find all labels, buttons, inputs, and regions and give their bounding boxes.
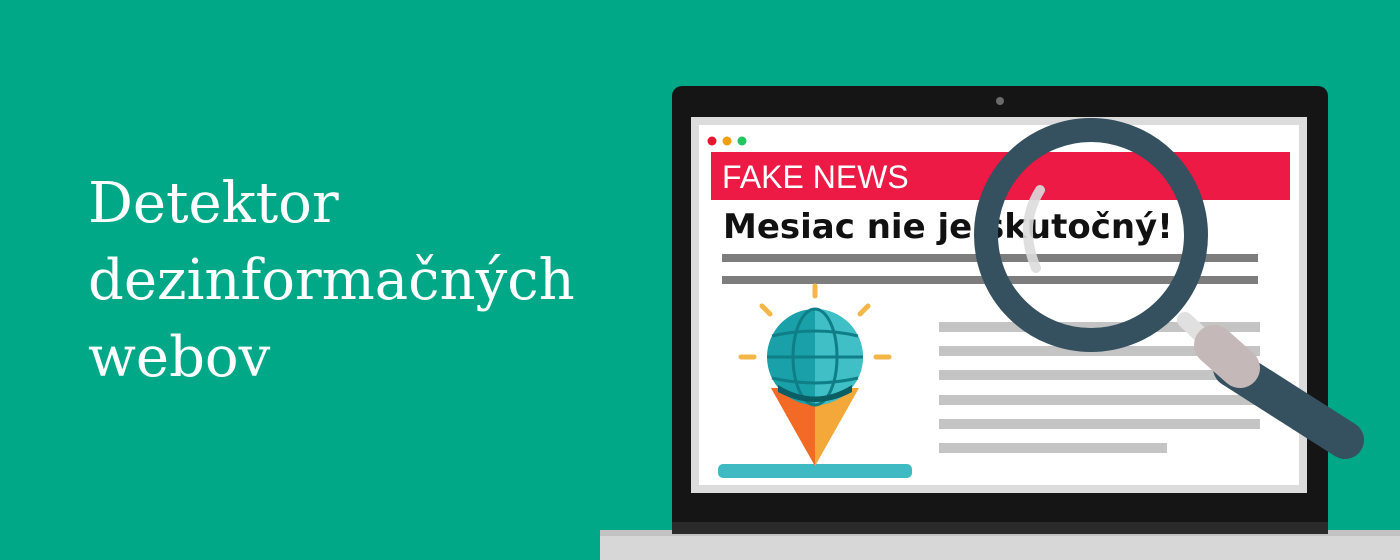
window-dot-red-icon: [707, 136, 717, 146]
article-headline: Mesiac nie je skutočný!: [723, 207, 1173, 247]
stand-icon: [718, 464, 912, 478]
webcam-icon: [996, 97, 1004, 105]
laptop-illustration: FAKE NEWS Mesiac nie je skutočný!: [600, 86, 1400, 560]
laptop-base: [600, 530, 1400, 560]
window-dot-green-icon: [737, 136, 747, 146]
banner-label: FAKE NEWS: [722, 159, 909, 195]
window-controls: [707, 136, 747, 146]
globe-icon: [767, 307, 863, 407]
window-dot-yellow-icon: [722, 136, 732, 146]
